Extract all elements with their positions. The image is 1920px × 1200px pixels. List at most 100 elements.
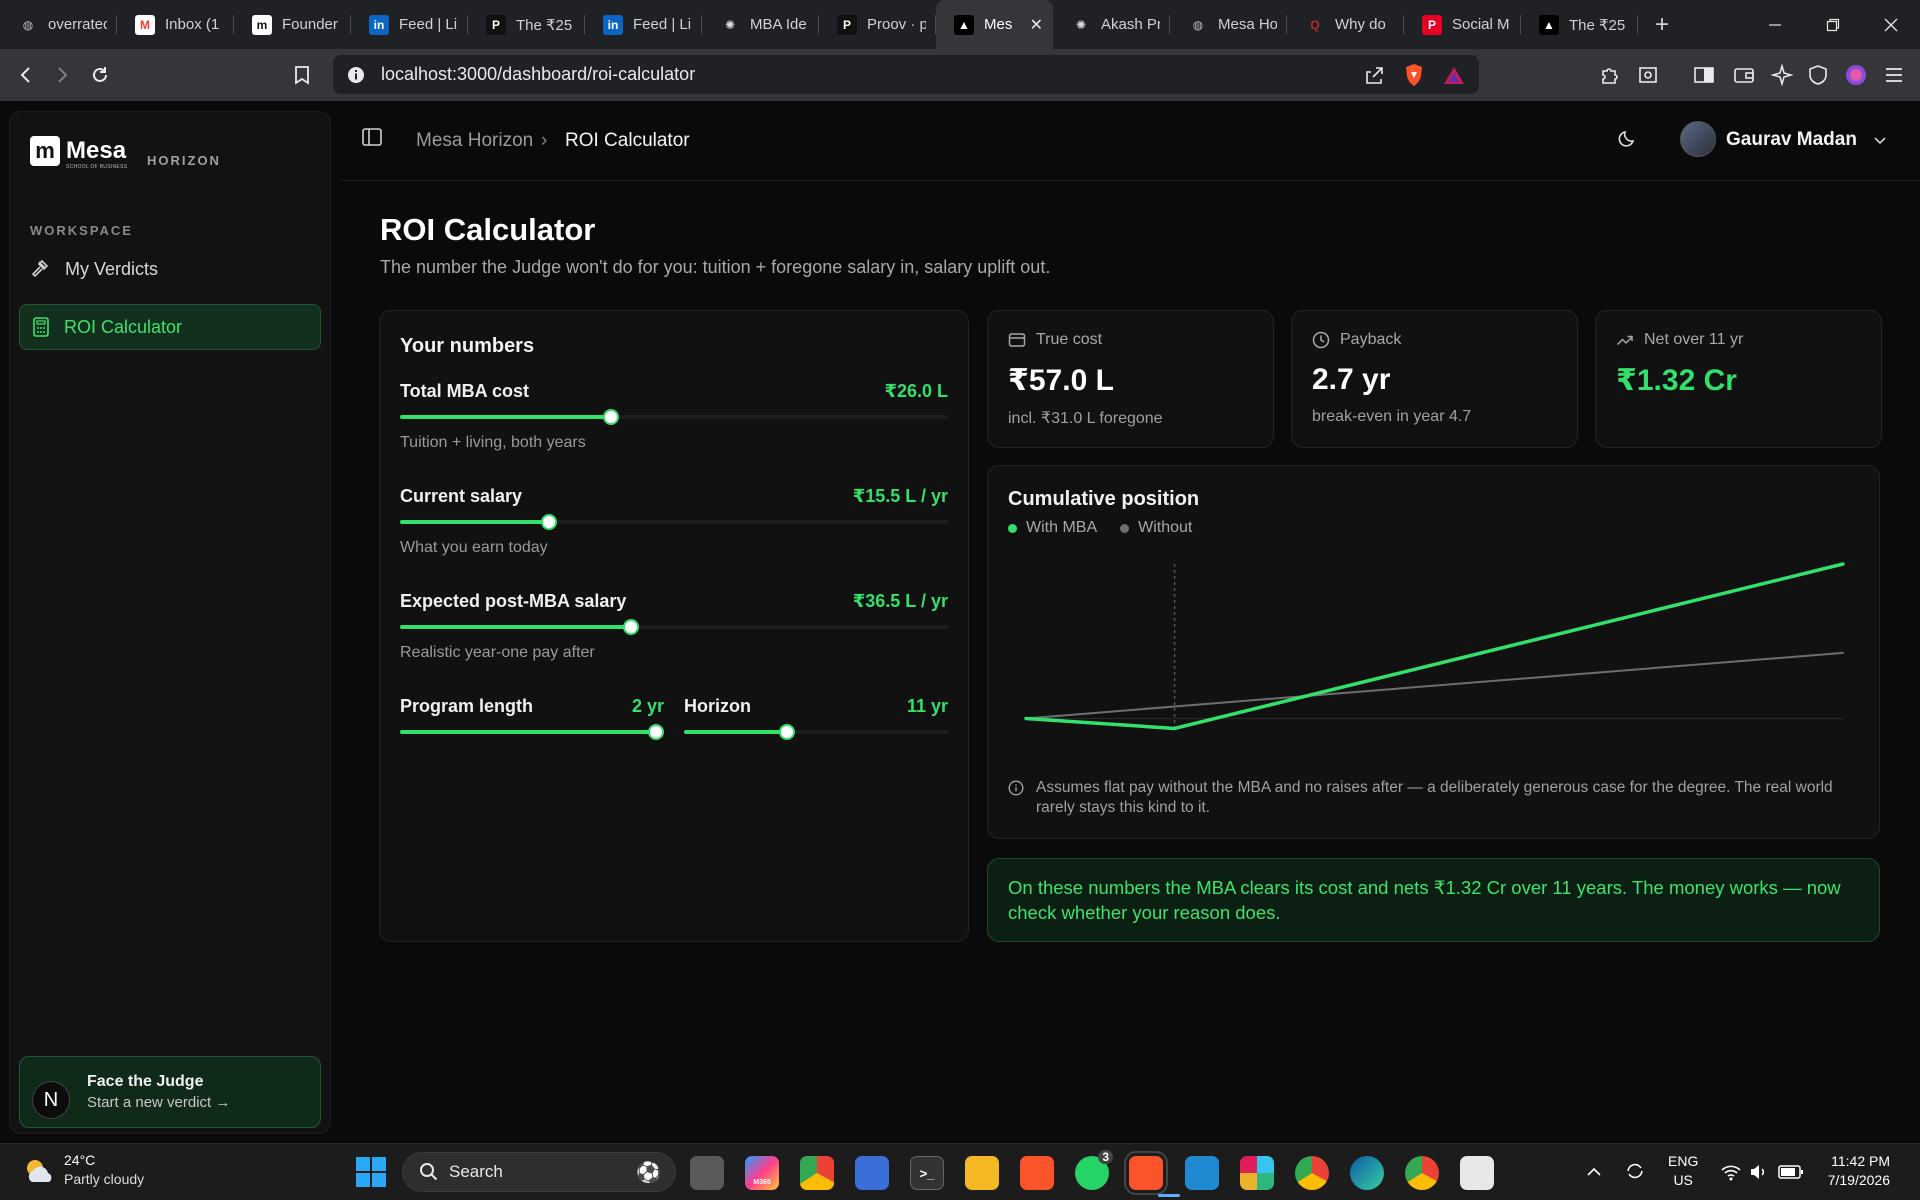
task-view-icon[interactable] (690, 1156, 724, 1190)
tab-title: Founder (282, 16, 338, 33)
slider-thumb[interactable] (648, 724, 665, 740)
share-icon[interactable] (1363, 64, 1385, 86)
file-explorer-icon[interactable] (965, 1156, 999, 1190)
sidebar-item-label: ROI Calculator (64, 316, 183, 337)
browser-tab[interactable]: in Feed | Li (585, 0, 702, 49)
page-title: ROI Calculator (380, 212, 596, 247)
snipping-tool-icon[interactable] (1460, 1156, 1494, 1190)
chrome-profile-icon[interactable] (1295, 1156, 1329, 1190)
breadcrumb-home[interactable]: Mesa Horizon (416, 130, 533, 152)
horizon-slider[interactable] (684, 724, 948, 740)
brave-shield-icon[interactable] (1403, 63, 1425, 87)
screenshot-button[interactable] (1630, 57, 1666, 93)
weather-temp[interactable]: 24°C (64, 1152, 95, 1168)
new-tab-button[interactable]: + (1642, 0, 1682, 49)
menu-button[interactable] (1876, 57, 1912, 93)
m365-copilot-icon[interactable]: M365 (745, 1156, 779, 1190)
address-bar[interactable]: localhost:3000/dashboard/roi-calculator (333, 55, 1479, 94)
microsoft-store-icon[interactable] (855, 1156, 889, 1190)
browser-tab[interactable]: ✺ MBA Ide (702, 0, 819, 49)
edge-icon[interactable] (1350, 1156, 1384, 1190)
browser-tab[interactable]: ▲ The ₹25 (1521, 0, 1638, 49)
current-salary-field: Current salary ₹15.5 L / yr What you ear… (400, 486, 948, 566)
brave-rewards-icon[interactable] (1443, 65, 1465, 85)
avatar[interactable] (1680, 121, 1716, 157)
browser-tab[interactable]: ▲ Mes ✕ (936, 0, 1053, 49)
slider-thumb[interactable] (541, 514, 558, 530)
wallet-button[interactable] (1726, 57, 1762, 93)
slider-thumb[interactable] (602, 409, 619, 425)
browser-tab[interactable]: P Proov · p (819, 0, 936, 49)
volume-icon[interactable] (1748, 1162, 1768, 1182)
url-text[interactable]: localhost:3000/dashboard/roi-calculator (381, 64, 1363, 85)
sidebar-item-roi-calculator[interactable]: ROI Calculator (19, 304, 321, 350)
chevron-up-icon[interactable] (1586, 1164, 1602, 1180)
system-clock[interactable]: 11:42 PM 7/19/2026 (1828, 1152, 1890, 1190)
sidebar-item-my-verdicts[interactable]: My Verdicts (19, 246, 321, 292)
partly-cloudy-icon[interactable] (22, 1156, 58, 1188)
terminal-icon[interactable]: >_ (910, 1156, 944, 1190)
profile-button[interactable] (1838, 57, 1874, 93)
clock-date: 7/19/2026 (1827, 1172, 1890, 1188)
language-indicator[interactable]: ENG US (1668, 1152, 1698, 1190)
slack-icon[interactable] (1240, 1156, 1274, 1190)
chrome-user-icon[interactable] (1405, 1156, 1439, 1190)
browser-tab[interactable]: in Feed | Li (351, 0, 468, 49)
brave-icon[interactable] (1020, 1156, 1054, 1190)
user-name[interactable]: Gaurav Madan (1726, 129, 1857, 151)
panel-toggle-button[interactable] (362, 128, 388, 154)
field-label: Expected post-MBA salary (400, 591, 627, 611)
windows-start-icon[interactable] (355, 1156, 387, 1188)
tab-close-icon[interactable]: ✕ (1030, 15, 1043, 35)
current-salary-slider[interactable] (400, 514, 948, 530)
extensions-button[interactable] (1592, 57, 1628, 93)
judge-card-subtitle[interactable]: Start a new verdict → (87, 1094, 230, 1111)
chevron-down-icon (1874, 137, 1886, 145)
close-window-button[interactable] (1862, 0, 1920, 49)
vpn-button[interactable] (1800, 57, 1836, 93)
brave-active-icon[interactable] (1124, 1151, 1168, 1195)
forward-button[interactable] (44, 57, 80, 93)
slider-thumb[interactable] (778, 724, 795, 740)
minimize-button[interactable] (1746, 0, 1804, 49)
browser-tab[interactable]: M Inbox (1 (117, 0, 234, 49)
browser-tab[interactable]: P Social M (1404, 0, 1521, 49)
top-header: Mesa Horizon › ROI Calculator Gaurav Mad… (340, 101, 1920, 181)
true-cost-card: True cost ₹57.0 L incl. ₹31.0 L foregone (987, 310, 1274, 448)
reload-button[interactable] (82, 57, 118, 93)
chrome-icon[interactable] (800, 1156, 834, 1190)
taskbar-search[interactable]: Search ⚽ (402, 1152, 676, 1192)
browser-tab[interactable]: P The ₹25 (468, 0, 585, 49)
browser-tab[interactable]: ◍ Mesa Ho (1170, 0, 1287, 49)
tab-title: The ₹25 (516, 16, 573, 34)
slider-fill (684, 730, 787, 734)
tab-title: Inbox (1 (165, 16, 220, 33)
slider-thumb[interactable] (622, 619, 639, 635)
battery-icon[interactable] (1778, 1163, 1804, 1181)
whatsapp-icon[interactable]: 3 (1075, 1150, 1113, 1190)
post-mba-salary-slider[interactable] (400, 619, 948, 635)
sync-icon[interactable] (1624, 1160, 1646, 1182)
browser-tab[interactable]: m Founder (234, 0, 351, 49)
theme-toggle-button[interactable] (1617, 127, 1647, 157)
legend-dot-without (1120, 523, 1130, 533)
program-length-slider[interactable] (400, 724, 665, 740)
user-menu-button[interactable] (1872, 132, 1890, 150)
inputs-title: Your numbers (400, 335, 535, 357)
slider-fill (400, 415, 611, 419)
vscode-icon[interactable] (1185, 1156, 1219, 1190)
bookmark-button[interactable] (284, 57, 320, 93)
leo-ai-button[interactable] (1764, 57, 1800, 93)
total-mba-cost-slider[interactable] (400, 409, 948, 425)
browser-tab[interactable]: ✺ Akash Pr (1053, 0, 1170, 49)
taskbar: 24°C Partly cloudy Search ⚽ M365 >_ 3 EN… (0, 1143, 1920, 1200)
face-the-judge-card[interactable]: N Face the Judge Start a new verdict → (19, 1056, 321, 1128)
brand-logo[interactable]: m Mesa SCHOOL OF BUSINESS (30, 136, 127, 170)
restore-button[interactable] (1804, 0, 1862, 49)
wifi-icon[interactable] (1720, 1162, 1742, 1182)
back-button[interactable] (8, 57, 44, 93)
browser-tab[interactable]: Q Why do (1287, 0, 1404, 49)
browser-tab[interactable]: ◍ overrated (0, 0, 117, 49)
sidebar-toggle-button[interactable] (1686, 57, 1722, 93)
weather-desc[interactable]: Partly cloudy (64, 1171, 144, 1187)
